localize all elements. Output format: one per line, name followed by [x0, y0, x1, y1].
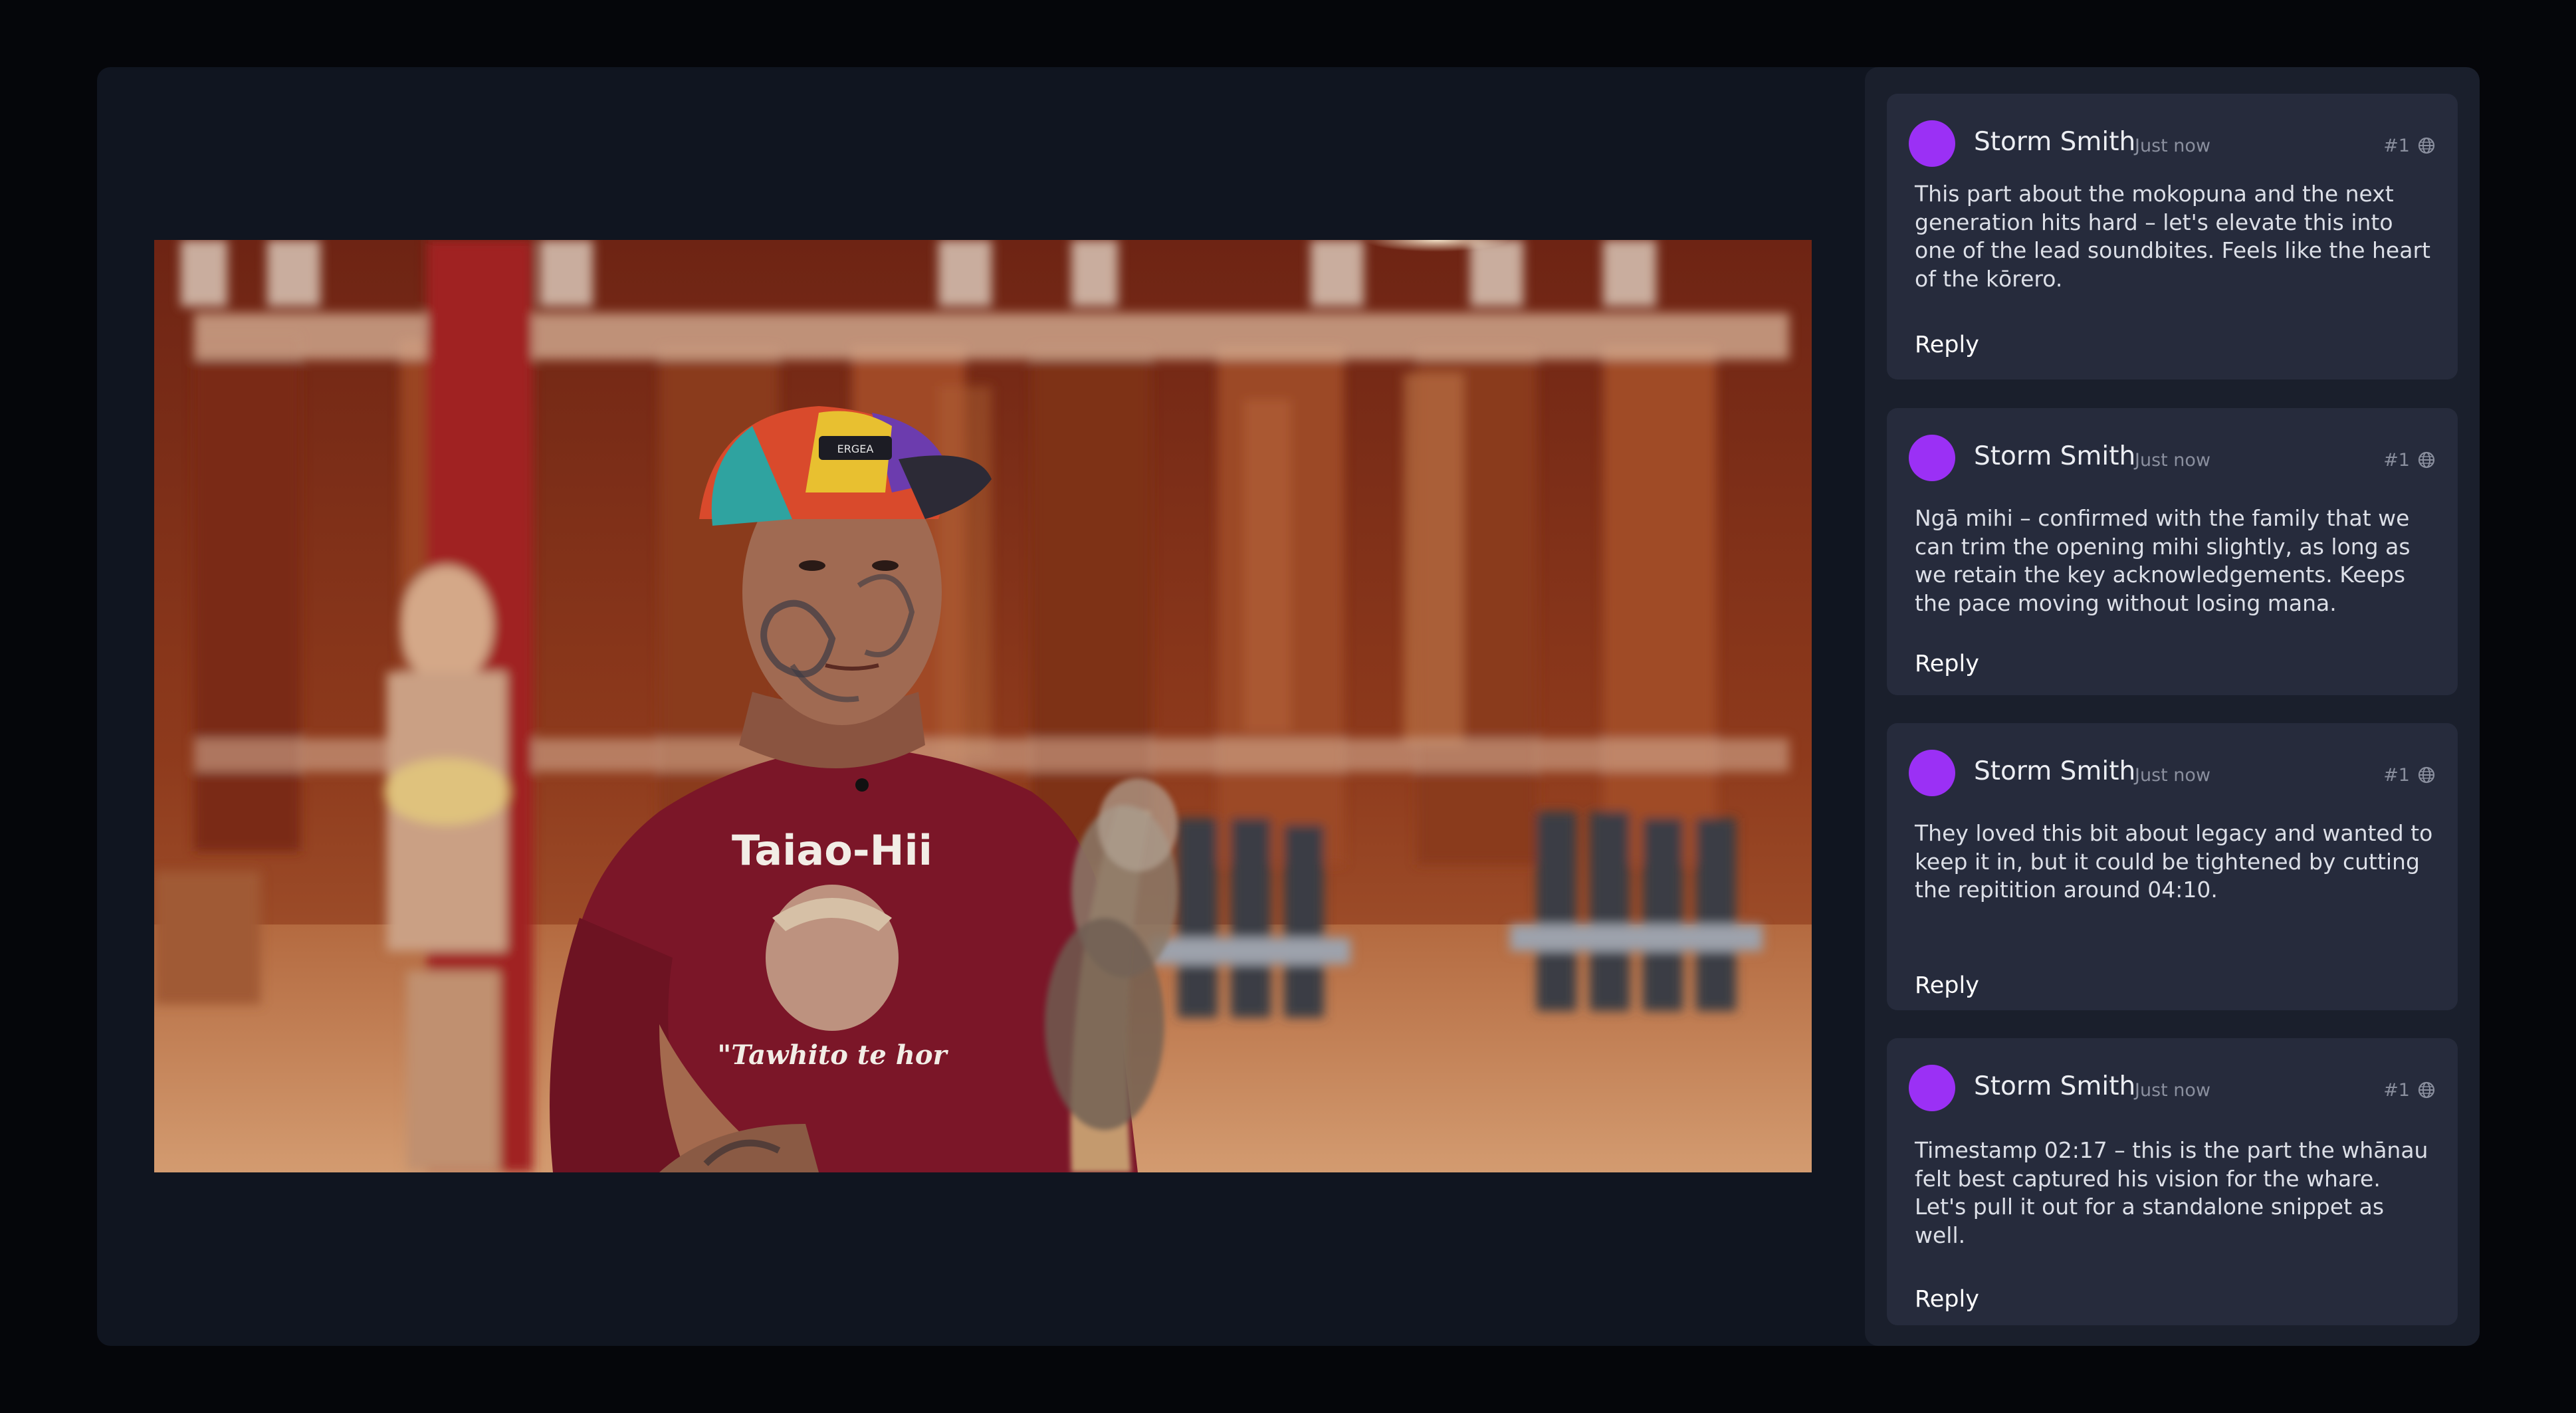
comment-card: Storm Smith Just now #1 This part about … [1887, 94, 2458, 380]
globe-icon [2418, 451, 2435, 469]
comment-time: Just now [2135, 765, 2211, 786]
comment-time: Just now [2135, 1080, 2211, 1101]
shirt-text-bottom: "Tawhito te hor [717, 1039, 948, 1071]
comment-number: #1 [2383, 136, 2410, 156]
globe-icon [2418, 137, 2435, 154]
comment-card: Storm Smith Just now #1 They loved this … [1887, 723, 2458, 1010]
globe-icon [2418, 1081, 2435, 1099]
interview-still-image: ERGEA Taiao-Hii "Tawhito te hor [154, 240, 1812, 1172]
comment-body: Ngā mihi – confirmed with the family tha… [1915, 505, 2411, 616]
reply-button[interactable]: Reply [1915, 651, 1979, 677]
video-frame[interactable]: ERGEA Taiao-Hii "Tawhito te hor [154, 240, 1812, 1172]
comment-card: Storm Smith Just now #1 Timestamp 02:17 … [1887, 1038, 2458, 1325]
reply-button[interactable]: Reply [1915, 332, 1979, 358]
shirt-text-top: Taiao-Hii [732, 826, 932, 875]
comment-body: This part about the mokopuna and the nex… [1915, 181, 2430, 292]
cap-logo: ERGEA [837, 443, 874, 455]
comment-body: Timestamp 02:17 – this is the part the w… [1915, 1137, 2428, 1248]
reply-button[interactable]: Reply [1915, 972, 1979, 999]
comment-number: #1 [2383, 765, 2410, 786]
comments-sidebar: Storm Smith Just now #1 This part about … [1865, 67, 2480, 1346]
comment-time: Just now [2135, 450, 2211, 471]
comment-author: Storm Smith [1974, 127, 2136, 157]
reply-button[interactable]: Reply [1915, 1286, 1979, 1313]
comment-author: Storm Smith [1974, 1071, 2136, 1101]
comment-card: Storm Smith Just now #1 Ngā mihi – confi… [1887, 408, 2458, 695]
globe-icon [2418, 766, 2435, 784]
comment-number: #1 [2383, 450, 2410, 471]
avatar[interactable] [1909, 435, 1955, 481]
comment-body: They loved this bit about legacy and wan… [1915, 820, 2433, 903]
avatar[interactable] [1909, 120, 1955, 167]
comment-number: #1 [2383, 1080, 2410, 1101]
comment-author: Storm Smith [1974, 441, 2136, 471]
avatar[interactable] [1909, 750, 1955, 796]
comment-author: Storm Smith [1974, 756, 2136, 786]
avatar[interactable] [1909, 1065, 1955, 1111]
comment-time: Just now [2135, 136, 2211, 156]
app-window: ERGEA Taiao-Hii "Tawhito te hor Storm Sm… [97, 67, 2480, 1346]
